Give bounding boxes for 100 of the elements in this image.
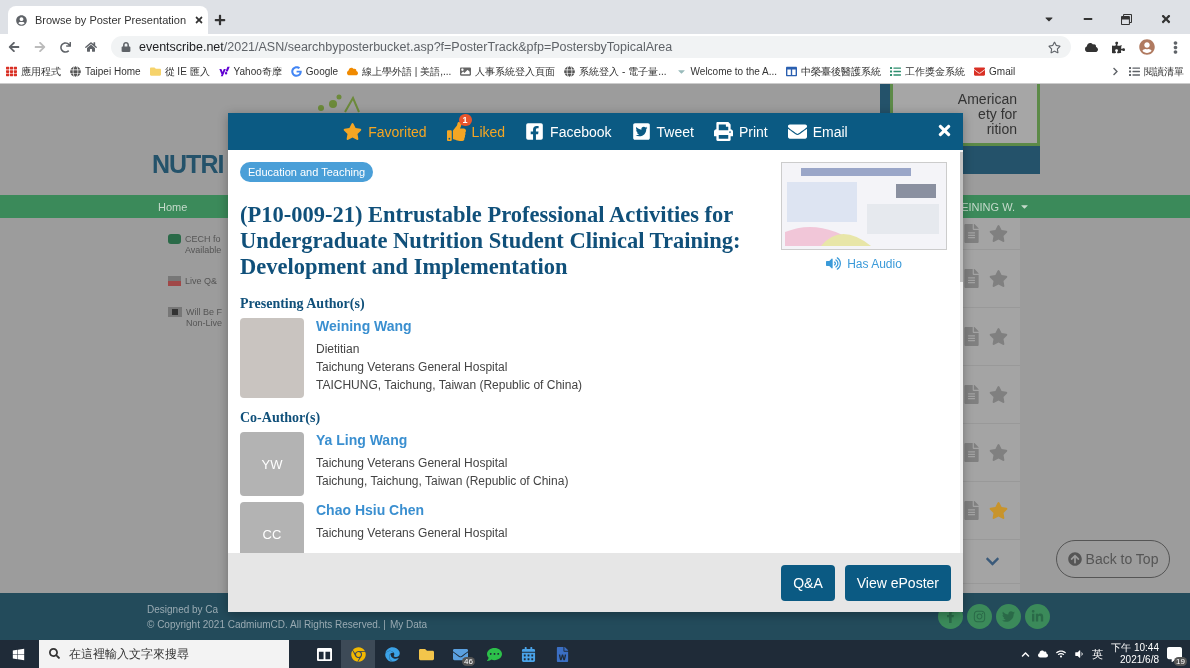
count-badge: 46 bbox=[462, 657, 475, 666]
author-detail: Dietitian bbox=[316, 341, 361, 358]
site-icon bbox=[16, 14, 27, 26]
section-heading: Co-Author(s) bbox=[240, 410, 322, 426]
bookmark-item[interactable]: 從 IE 匯入 bbox=[149, 64, 210, 79]
calendar-icon[interactable] bbox=[520, 646, 536, 662]
site-logo-text: NUTRI bbox=[152, 150, 224, 179]
document-icon[interactable] bbox=[962, 327, 981, 346]
extension-icon[interactable] bbox=[1085, 40, 1098, 54]
list-icon bbox=[1129, 66, 1140, 77]
bookmark-item[interactable]: Yahoo奇摩 bbox=[218, 64, 282, 79]
wifi-icon[interactable] bbox=[1056, 649, 1067, 659]
facebook-icon bbox=[525, 122, 545, 141]
chevron-up-icon[interactable] bbox=[1021, 649, 1031, 659]
bookmark-item[interactable]: 中榮臺後醫護系統 bbox=[786, 64, 882, 79]
reload-icon[interactable] bbox=[60, 41, 71, 53]
copyright-text: © Copyright 2021 CadmiumCD. All Rights Reserved. | My Data bbox=[147, 618, 428, 630]
partner-logo-text: ety for bbox=[978, 107, 1017, 122]
home-icon[interactable] bbox=[85, 41, 97, 53]
poster-title: (P10-009-21) Entrustable Professional Activities for Undergraduate Nutrition Student Clinical Training: Development and Implementation bbox=[240, 202, 742, 280]
bookmark-item[interactable]: 系統登入 - 電子量... bbox=[564, 64, 667, 79]
my-data-link[interactable]: My Data bbox=[389, 618, 428, 630]
star-icon[interactable] bbox=[989, 269, 1008, 288]
thumbs-up-icon bbox=[446, 122, 466, 141]
partner-logo-text: American bbox=[957, 92, 1017, 107]
legend-text: CECH fo Available bbox=[185, 234, 222, 256]
restore-icon[interactable] bbox=[1121, 13, 1132, 25]
windows-start-icon[interactable] bbox=[12, 647, 25, 661]
close-icon[interactable] bbox=[1160, 13, 1172, 25]
address-bar[interactable]: eventscribe.net/2021/ASN/searchbyposterbucket.asp?f=PosterTrack&pfp=PostersbyTopicalArea bbox=[111, 36, 1071, 58]
puzzle-icon[interactable] bbox=[1112, 40, 1125, 54]
more-chevron-icon[interactable] bbox=[1111, 67, 1120, 76]
bookmark-star-icon[interactable] bbox=[1048, 40, 1061, 54]
star-icon[interactable] bbox=[989, 443, 1008, 462]
initials-avatar: YW bbox=[240, 432, 304, 496]
ime-indicator[interactable]: 英 bbox=[1092, 646, 1104, 662]
count-badge: 19 bbox=[1174, 656, 1187, 666]
task-view-icon[interactable] bbox=[316, 646, 332, 662]
taskbar-search-field[interactable]: 在這裡輸入文字來搜尋 bbox=[39, 640, 289, 668]
volume-icon[interactable] bbox=[1074, 649, 1085, 659]
word-icon[interactable] bbox=[554, 646, 570, 662]
footer-text: Designed by Ca bbox=[147, 603, 220, 615]
reading-list-item[interactable]: 閱讀清單 bbox=[1129, 64, 1184, 79]
sheet-icon bbox=[890, 66, 902, 77]
document-icon[interactable] bbox=[962, 269, 981, 288]
twitter-icon bbox=[631, 122, 651, 141]
bookmark-item[interactable]: Gmail bbox=[974, 66, 1016, 77]
share-action[interactable]: Favorited bbox=[343, 122, 427, 141]
new-tab-icon[interactable] bbox=[214, 14, 226, 26]
folder-icon[interactable] bbox=[418, 646, 434, 662]
speaker-icon bbox=[826, 256, 842, 271]
browser-tab[interactable]: Browse by Poster Presentation bbox=[8, 6, 208, 34]
chrome-icon[interactable] bbox=[350, 646, 366, 662]
legend-text: Live Q& bbox=[185, 276, 217, 287]
edge-icon[interactable] bbox=[384, 646, 400, 662]
tab-title: Browse by Poster Presentation bbox=[35, 14, 187, 26]
cloud-icon[interactable] bbox=[1038, 649, 1049, 659]
poster-thumbnail[interactable] bbox=[781, 162, 947, 250]
bookmark-item[interactable]: 人事系統登入頁面 bbox=[460, 64, 556, 79]
taskbar-app[interactable]: 46 bbox=[443, 640, 477, 668]
star-icon[interactable] bbox=[989, 385, 1008, 404]
share-action[interactable]: Tweet bbox=[631, 122, 694, 141]
document-icon[interactable] bbox=[962, 385, 981, 404]
document-icon[interactable] bbox=[962, 224, 981, 243]
bookmark-item[interactable]: Taipei Home bbox=[70, 66, 141, 77]
bookmark-item[interactable]: 線上學外語 | 美語,... bbox=[347, 64, 452, 79]
share-action[interactable]: Email bbox=[787, 122, 848, 141]
star-icon[interactable] bbox=[989, 501, 1008, 520]
picture-icon bbox=[460, 66, 472, 77]
dialog-button[interactable]: Q&A bbox=[781, 564, 835, 601]
star-icon[interactable] bbox=[989, 327, 1008, 346]
bookmark-item[interactable]: Google bbox=[290, 66, 339, 77]
initials-avatar: CC bbox=[240, 502, 304, 553]
document-icon[interactable] bbox=[962, 443, 981, 462]
author-detail: Taichung, Taichung, Taiwan (Republic of China) bbox=[316, 473, 569, 490]
back-icon[interactable] bbox=[8, 41, 20, 53]
star-icon bbox=[343, 122, 363, 141]
document-icon[interactable] bbox=[962, 501, 981, 520]
star-icon[interactable] bbox=[989, 224, 1008, 243]
arrow-up-icon bbox=[1067, 552, 1082, 566]
google-icon bbox=[290, 66, 302, 77]
share-action[interactable]: Print bbox=[713, 122, 768, 141]
author-detail: Taichung Veterans General Hospital bbox=[316, 525, 508, 542]
search-icon bbox=[49, 648, 60, 659]
bookmark-item[interactable]: 應用程式 bbox=[6, 64, 61, 79]
chat-icon[interactable] bbox=[486, 646, 502, 662]
avatar-icon[interactable] bbox=[1139, 39, 1155, 55]
dialog-button[interactable]: View ePoster bbox=[844, 564, 951, 601]
taskbar-clock[interactable]: 下午 10:44 2021/6/8 bbox=[1111, 642, 1159, 666]
globe-icon bbox=[70, 66, 81, 77]
envelope-icon bbox=[787, 122, 807, 141]
count-badge: 1 bbox=[458, 114, 472, 126]
close-icon[interactable] bbox=[194, 15, 205, 25]
share-action[interactable]: Facebook bbox=[525, 122, 612, 141]
url-text: eventscribe.net/2021/ASN/searchbyposterbucket.asp?f=PosterTrack&pfp=PostersbyTopicalArea bbox=[139, 40, 673, 54]
yahoo-icon bbox=[218, 66, 230, 77]
apps-grid-icon bbox=[6, 66, 17, 77]
close-button[interactable] bbox=[936, 122, 953, 139]
bookmark-item[interactable]: Welcome to the A... bbox=[675, 66, 778, 77]
bookmark-item[interactable]: 工作獎金系統 bbox=[890, 64, 966, 79]
